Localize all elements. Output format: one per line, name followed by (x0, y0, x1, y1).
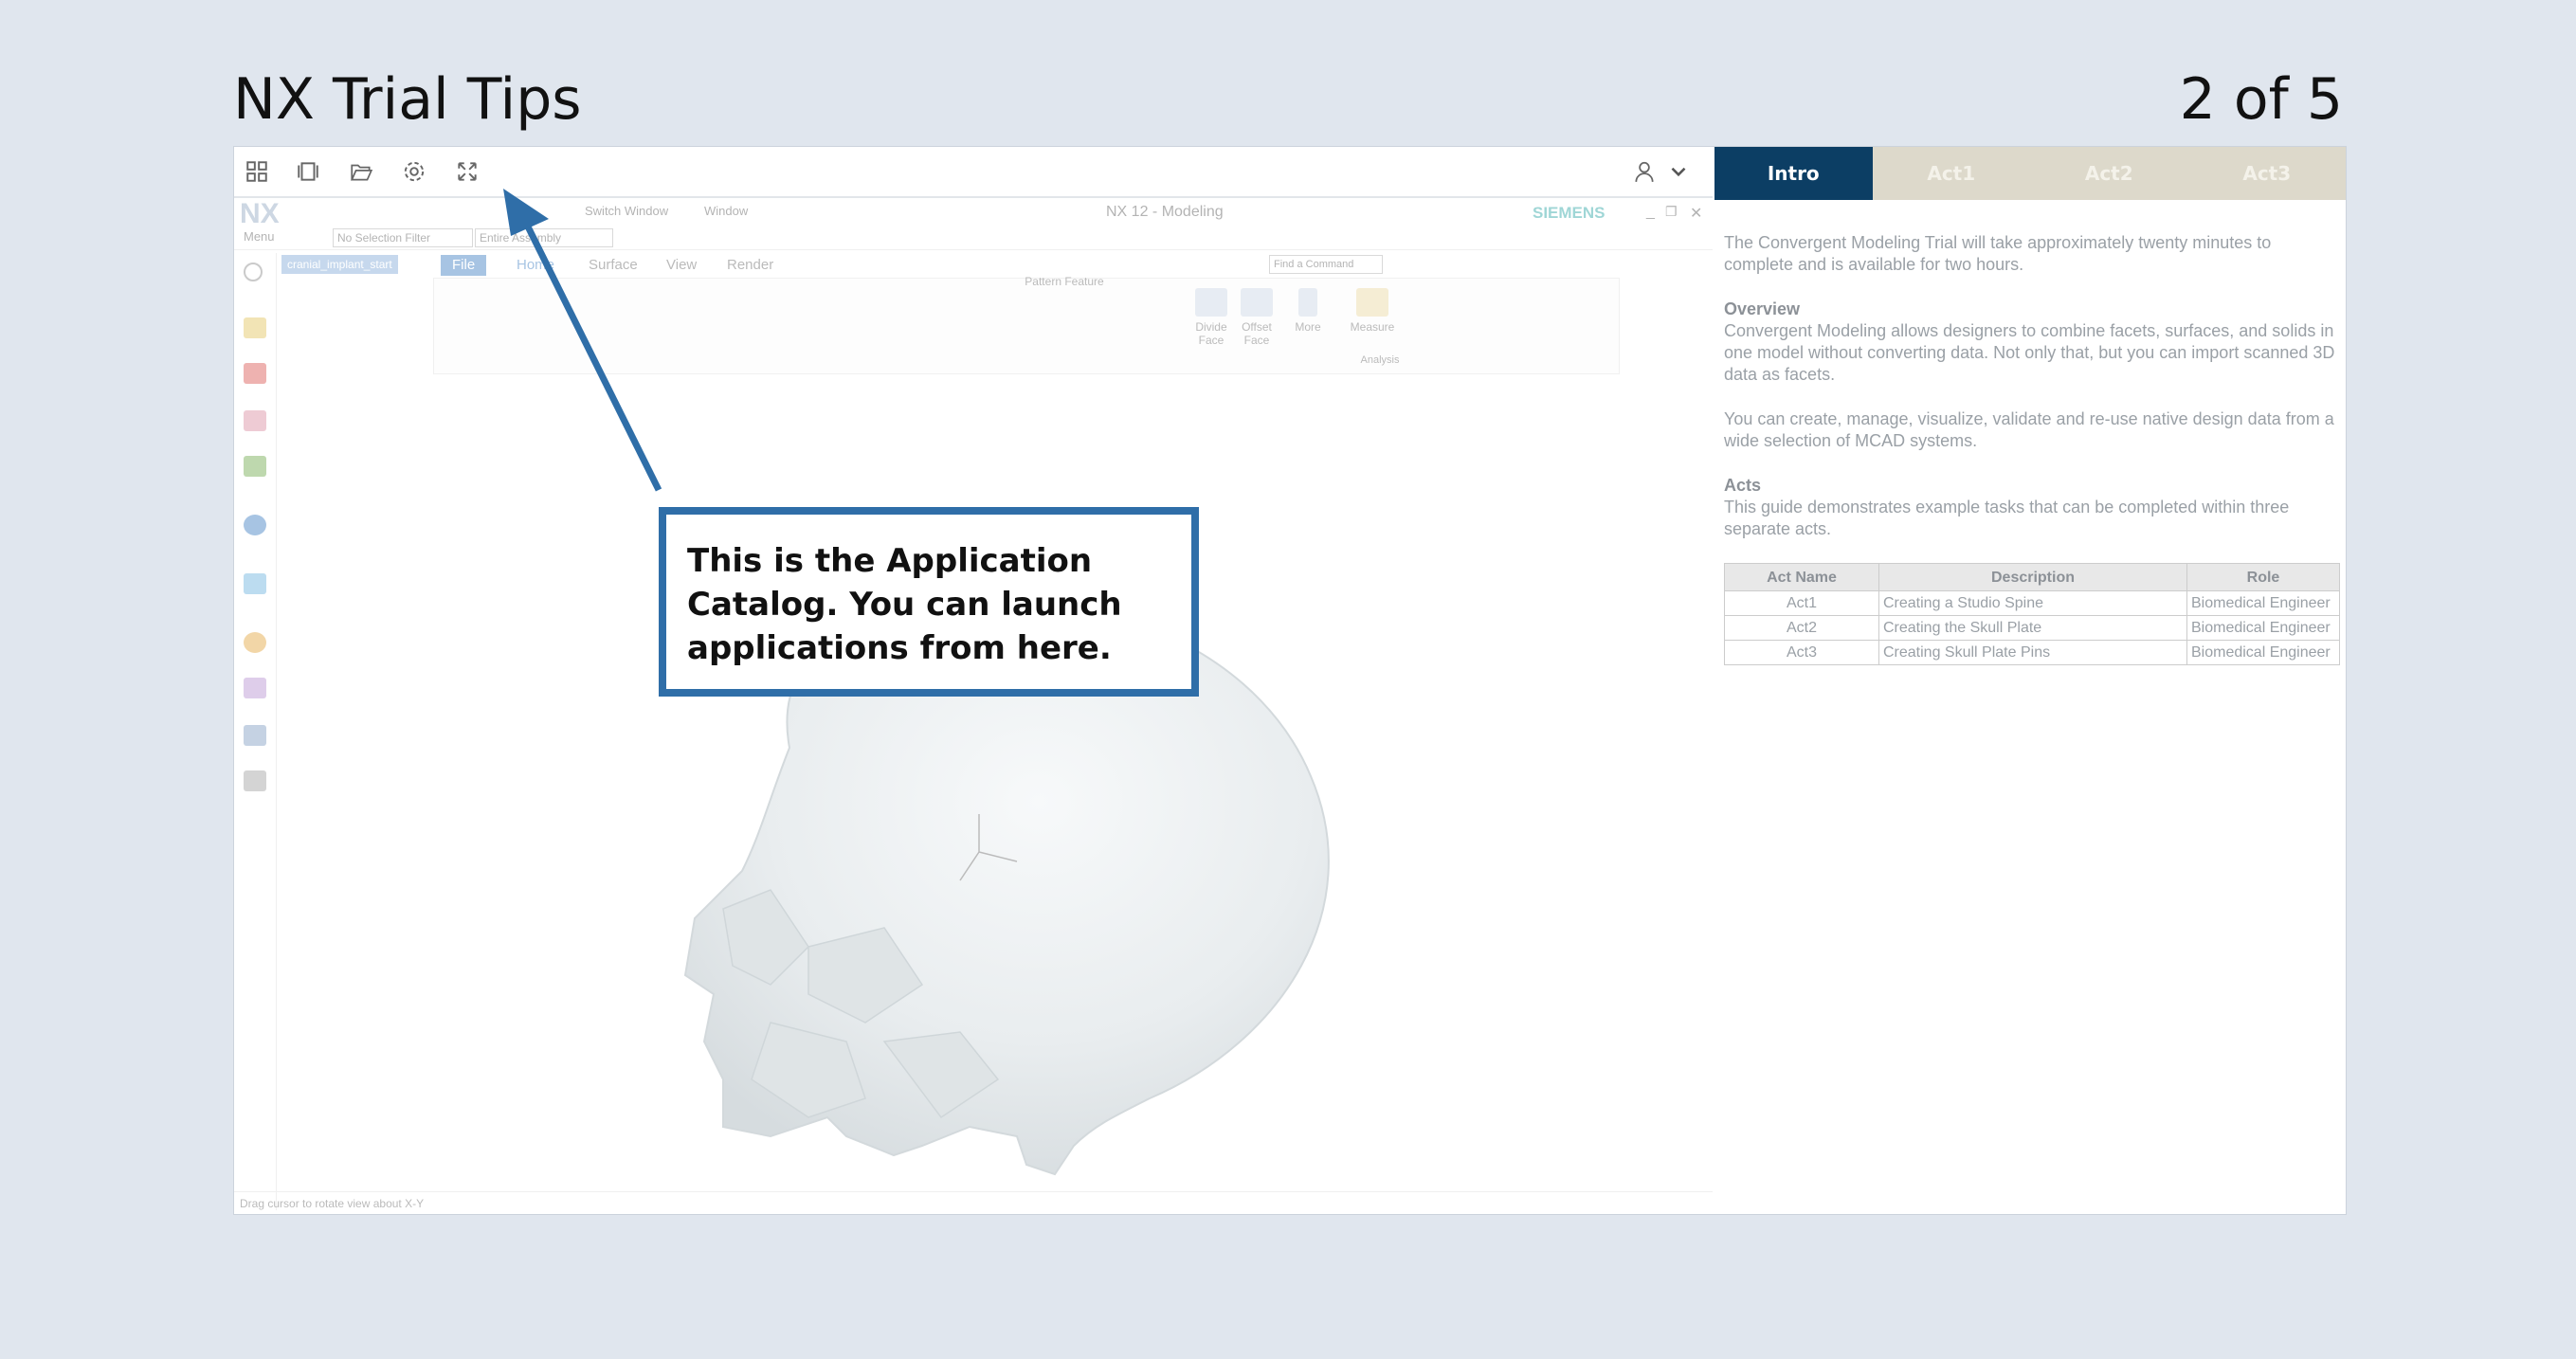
acts-table: Act Name Description Role Act1 Creating … (1724, 563, 2340, 665)
close-icon[interactable]: ✕ (1690, 204, 1702, 223)
windows-icon[interactable] (293, 156, 323, 187)
intro-content: The Convergent Modeling Trial will take … (1724, 232, 2340, 665)
guide-tabs: Intro Act1 Act2 Act3 (1714, 147, 2346, 200)
table-cell: Act3 (1724, 640, 1879, 665)
window-menu[interactable]: Window (704, 204, 748, 218)
status-bar: Drag cursor to rotate view about X-Y (234, 1191, 1713, 1214)
col-act-name: Act Name (1724, 563, 1879, 591)
tab-file[interactable]: File (441, 255, 487, 276)
overview-heading: Overview (1724, 299, 1801, 318)
clock-icon[interactable] (244, 632, 266, 653)
table-cell: Act1 (1724, 590, 1879, 616)
application-catalog-callout: This is the Application Catalog. You can… (659, 507, 1199, 697)
col-role: Role (2186, 563, 2340, 591)
measure-button[interactable]: Measure (1344, 288, 1401, 334)
divide-face-button[interactable]: Divide Face (1192, 288, 1230, 347)
table-cell: Creating the Skull Plate (1878, 615, 2187, 641)
app-catalog-icon[interactable] (242, 156, 272, 187)
table-cell: Biomedical Engineer (2186, 640, 2340, 665)
history-icon[interactable] (244, 573, 266, 594)
selection-bar: Menu No Selection Filter Entire Assembly (234, 225, 1713, 250)
table-cell: Biomedical Engineer (2186, 590, 2340, 616)
callout-arrow (503, 189, 662, 492)
trial-frame: NX Switch Window Window NX 12 - Modeling… (233, 146, 2347, 1215)
guide-panel: Intro Act1 Act2 Act3 The Convergent Mode… (1714, 147, 2346, 1214)
more-button[interactable]: More (1289, 288, 1327, 334)
table-row: Act1 Creating a Studio Spine Biomedical … (1724, 590, 2340, 616)
tab-render[interactable]: Render (727, 257, 773, 273)
assembly-navigator-icon[interactable] (244, 363, 266, 384)
table-row: Act2 Creating the Skull Plate Biomedical… (1724, 615, 2340, 641)
system-scene-icon[interactable] (244, 770, 266, 791)
table-cell: Creating Skull Plate Pins (1878, 640, 2187, 665)
folder-open-icon[interactable] (346, 156, 376, 187)
minimize-icon[interactable]: _ (1646, 204, 1655, 221)
acts-paragraph: This guide demonstrates example tasks th… (1724, 498, 2290, 538)
restore-icon[interactable]: ❐ (1665, 204, 1678, 220)
selection-filter-select[interactable]: No Selection Filter (333, 228, 473, 247)
web-browser-icon[interactable] (244, 515, 266, 535)
part-tab[interactable]: cranial_implant_start (281, 255, 398, 274)
tab-act3[interactable]: Act3 (2187, 147, 2346, 200)
settings-icon[interactable] (244, 263, 263, 281)
pattern-feature-button[interactable]: Pattern Feature (1003, 275, 1126, 288)
menu-button[interactable]: Menu (244, 229, 275, 244)
table-cell: Act2 (1724, 615, 1879, 641)
siemens-logo: SIEMENS (1533, 204, 1605, 222)
col-description: Description (1878, 563, 2187, 591)
process-studio-icon[interactable] (244, 678, 266, 698)
nx-window: NX Switch Window Window NX 12 - Modeling… (234, 189, 1713, 1214)
chevron-down-icon[interactable] (1663, 156, 1694, 187)
launcher-toolbar (234, 147, 1713, 198)
fullscreen-expand-icon[interactable] (452, 156, 482, 187)
find-command-input[interactable]: Find a Command (1269, 255, 1383, 274)
offset-face-button[interactable]: Offset Face (1238, 288, 1276, 347)
settings-gear-icon[interactable] (399, 156, 429, 187)
table-row: Act3 Creating Skull Plate Pins Biomedica… (1724, 640, 2340, 665)
nx-window-title: NX 12 - Modeling (1106, 204, 1224, 220)
analysis-group-label: Analysis (1360, 354, 1400, 366)
resource-bar (234, 253, 277, 1210)
tab-intro[interactable]: Intro (1714, 147, 1873, 200)
table-cell: Creating a Studio Spine (1878, 590, 2187, 616)
nx-titlebar: NX Switch Window Window NX 12 - Modeling… (234, 198, 1713, 229)
constraint-navigator-icon[interactable] (244, 410, 266, 431)
table-cell: Biomedical Engineer (2186, 615, 2340, 641)
overview-paragraph-2: You can create, manage, visualize, valid… (1724, 409, 2334, 450)
part-navigator-icon[interactable] (244, 317, 266, 338)
acts-heading: Acts (1724, 476, 1762, 495)
tab-act2[interactable]: Act2 (2030, 147, 2188, 200)
slide-title: NX Trial Tips (233, 66, 582, 133)
roles-icon[interactable] (244, 725, 266, 746)
slide-counter: 2 of 5 (2179, 66, 2343, 133)
user-icon[interactable] (1629, 156, 1660, 187)
reuse-library-icon[interactable] (244, 456, 266, 477)
intro-paragraph: The Convergent Modeling Trial will take … (1724, 233, 2272, 274)
overview-paragraph-1: Convergent Modeling allows designers to … (1724, 321, 2335, 384)
tab-act1[interactable]: Act1 (1872, 147, 2030, 200)
